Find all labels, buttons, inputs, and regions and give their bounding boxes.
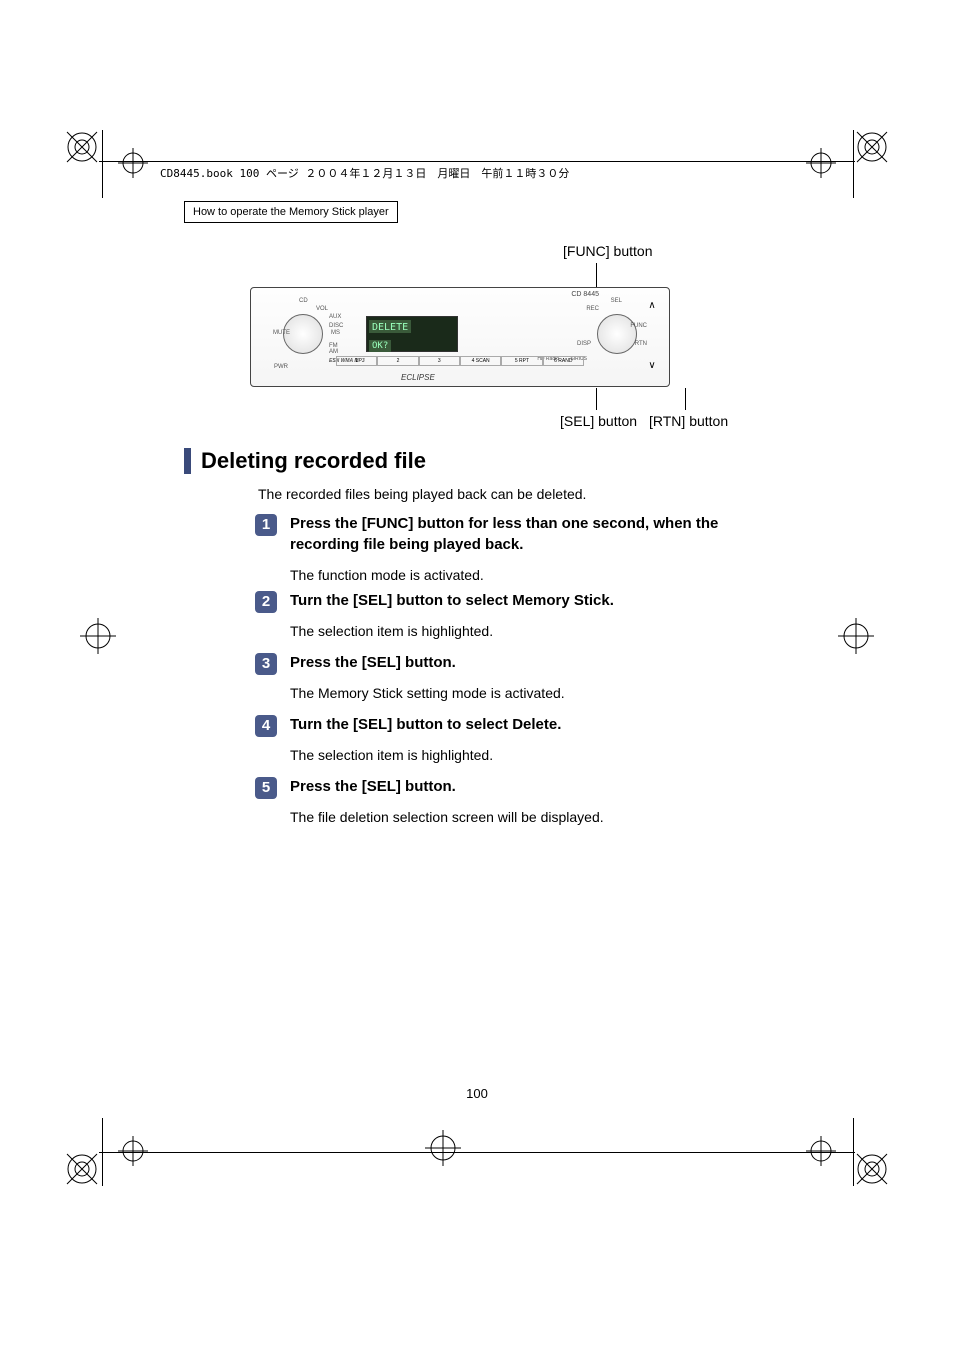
- inner-reg-tl: [118, 148, 148, 178]
- crop-vline-bl: [102, 1118, 103, 1186]
- print-header: CD8445.book 100 ページ ２００４年１２月１３日 月曜日 午前１１…: [160, 165, 569, 181]
- preset-3: 3: [419, 356, 460, 366]
- step-4-title: Turn the [SEL] button to select Delete.: [290, 714, 561, 735]
- preset-button-row: 1 2 3 4 SCAN 5 RPT 6 RAND: [336, 356, 584, 366]
- down-arrow-icon: ∨: [643, 360, 661, 372]
- display-text-delete: DELETE: [369, 320, 411, 333]
- leader-line-func: [596, 263, 597, 288]
- step-number-2: 2: [255, 591, 277, 613]
- preset-6-rand: 6 RAND: [543, 356, 584, 366]
- car-stereo-illustration: CD 8445 CD VOL AUX DISC MS MUTE FM AM SR…: [250, 287, 670, 387]
- lcd-display: DELETE OK?: [366, 316, 458, 352]
- breadcrumb: How to operate the Memory Stick player: [184, 201, 398, 223]
- leader-line-sel: [596, 388, 597, 410]
- heading-accent-bar: [184, 448, 191, 474]
- crop-mark-tl: [65, 130, 99, 164]
- label-mute: MUTE: [273, 330, 290, 336]
- step-5: 5 Press the [SEL] button. The file delet…: [258, 776, 604, 825]
- step-3-body: The Memory Stick setting mode is activat…: [290, 685, 565, 701]
- label-am: AM: [329, 349, 338, 355]
- step-3-title: Press the [SEL] button.: [290, 652, 565, 673]
- label-sel: SEL: [611, 298, 622, 304]
- label-disp: DISP: [577, 341, 591, 347]
- preset-4-scan: 4 SCAN: [460, 356, 501, 366]
- registration-mark-right: [838, 618, 874, 654]
- step-4: 4 Turn the [SEL] button to select Delete…: [258, 714, 561, 763]
- step-number-1: 1: [255, 514, 277, 536]
- eclipse-logo: ECLIPSE: [401, 373, 435, 382]
- section-title: Deleting recorded file: [201, 448, 426, 474]
- step-2-body: The selection item is highlighted.: [290, 623, 614, 639]
- preset-5-rpt: 5 RPT: [501, 356, 542, 366]
- callout-rtn-button: [RTN] button: [649, 413, 728, 429]
- leader-line-rtn: [685, 388, 686, 410]
- step-2: 2 Turn the [SEL] button to select Memory…: [258, 590, 614, 639]
- step-1: 1 Press the [FUNC] button for less than …: [258, 513, 770, 583]
- label-vol: VOL: [316, 306, 328, 312]
- step-2-title: Turn the [SEL] button to select Memory S…: [290, 590, 614, 611]
- step-1-body: The function mode is activated.: [290, 567, 770, 583]
- crop-mark-br: [855, 1152, 889, 1186]
- step-number-4: 4: [255, 715, 277, 737]
- crop-mark-tr: [855, 130, 889, 164]
- registration-mark-left: [80, 618, 116, 654]
- crop-vline-br: [853, 1118, 854, 1186]
- label-ms: MS: [331, 330, 340, 336]
- section-heading: Deleting recorded file: [184, 448, 426, 474]
- inner-reg-tr: [806, 148, 836, 178]
- inner-reg-bl: [118, 1136, 148, 1166]
- callout-sel-button: [SEL] button: [560, 413, 637, 429]
- crop-vline-tr: [853, 130, 854, 198]
- crop-mark-bl: [65, 1152, 99, 1186]
- label-cd: CD: [299, 298, 308, 304]
- step-number-3: 3: [255, 653, 277, 675]
- step-5-body: The file deletion selection screen will …: [290, 809, 604, 825]
- label-rtn: RTN: [635, 341, 647, 347]
- label-func: FUNC: [630, 323, 647, 329]
- label-rec: REC: [586, 306, 599, 312]
- label-pwr: PWR: [274, 364, 288, 370]
- step-3: 3 Press the [SEL] button. The Memory Sti…: [258, 652, 565, 701]
- step-number-5: 5: [255, 777, 277, 799]
- sel-knob: [597, 314, 637, 354]
- step-4-body: The selection item is highlighted.: [290, 747, 561, 763]
- up-arrow-icon: ∧: [643, 300, 661, 312]
- page-number: 100: [0, 1086, 954, 1101]
- inner-reg-br: [806, 1136, 836, 1166]
- intro-paragraph: The recorded files being played back can…: [258, 486, 586, 502]
- crop-line-top: [99, 161, 855, 162]
- label-aux: AUX: [329, 314, 341, 320]
- callout-func-button: [FUNC] button: [563, 243, 652, 259]
- crop-line-bottom: [99, 1152, 855, 1153]
- label-disc: DISC: [329, 323, 343, 329]
- preset-1: 1: [336, 356, 377, 366]
- step-1-title: Press the [FUNC] button for less than on…: [290, 513, 770, 555]
- registration-mark-bottom: [425, 1130, 461, 1166]
- preset-2: 2: [377, 356, 418, 366]
- crop-vline-tl: [102, 130, 103, 198]
- step-5-title: Press the [SEL] button.: [290, 776, 604, 797]
- display-text-ok: OK?: [369, 340, 391, 352]
